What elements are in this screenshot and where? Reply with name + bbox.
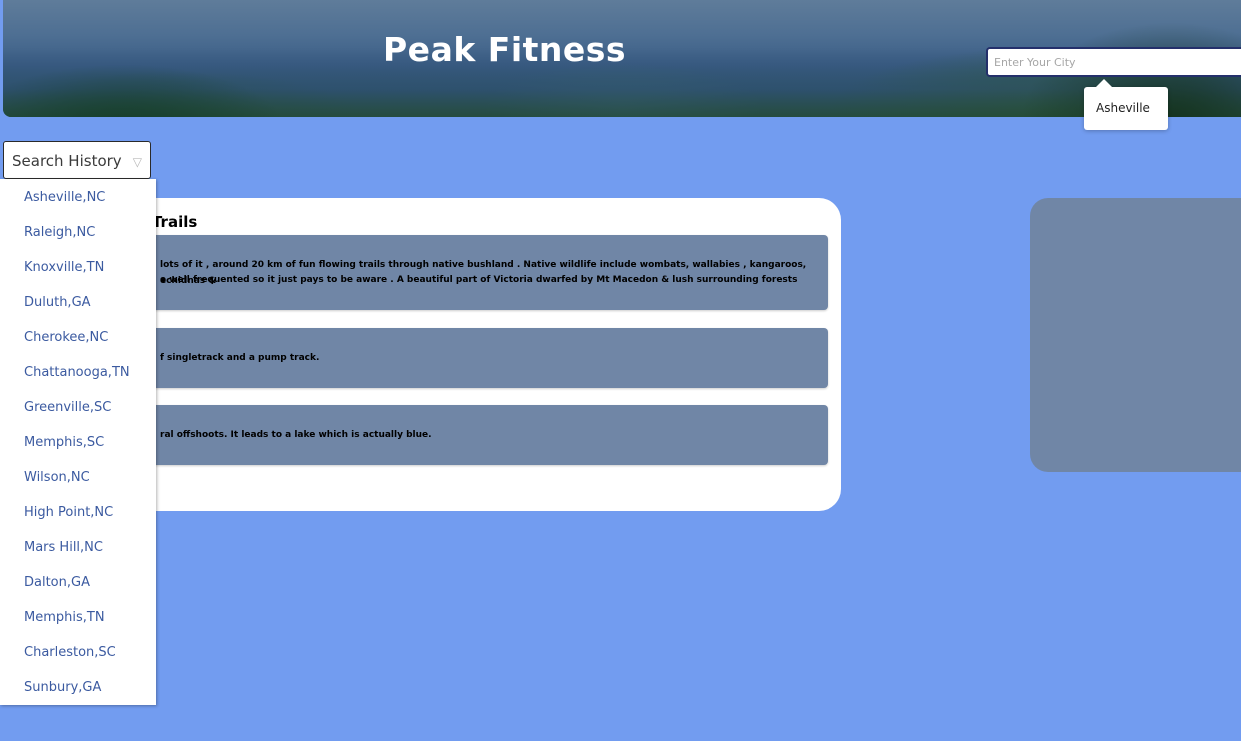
history-item[interactable]: Wilson,NC — [24, 470, 90, 485]
forest-left — [3, 22, 423, 117]
city-suggestion-item[interactable]: Asheville — [1096, 101, 1150, 115]
trail-item[interactable]: f singletrack and a pump track. — [100, 328, 828, 388]
history-item[interactable]: Dalton,GA — [24, 575, 90, 590]
search-history-label: Search History — [12, 152, 122, 170]
chevron-down-icon: ▽ — [132, 155, 142, 169]
trail-description: e well frequented so it just pays to be … — [160, 275, 798, 285]
history-item[interactable]: Duluth,GA — [24, 295, 91, 310]
trails-card: g Trails lots of it , around 20 km of fu… — [100, 198, 841, 511]
trail-item[interactable]: lots of it , around 20 km of fun flowing… — [100, 235, 828, 310]
site-title: Peak Fitness — [383, 30, 627, 69]
trail-description: f singletrack and a pump track. — [160, 353, 320, 363]
history-item[interactable]: Mars Hill,NC — [24, 540, 103, 555]
search-history-dropdown[interactable]: Search History ▽ — [3, 141, 151, 179]
trail-description: ral offshoots. It leads to a lake which … — [160, 430, 432, 440]
weather-card — [1030, 198, 1241, 472]
history-item[interactable]: Charleston,SC — [24, 645, 116, 660]
history-item[interactable]: Cherokee,NC — [24, 330, 108, 345]
history-item[interactable]: Greenville,SC — [24, 400, 111, 415]
history-item[interactable]: Raleigh,NC — [24, 225, 95, 240]
history-item[interactable]: Knoxville,TN — [24, 260, 104, 275]
trail-item[interactable]: ral offshoots. It leads to a lake which … — [100, 405, 828, 465]
city-search-input[interactable] — [986, 47, 1241, 77]
history-item[interactable]: High Point,NC — [24, 505, 113, 520]
city-suggestion-popup[interactable]: Asheville — [1084, 79, 1168, 130]
history-item[interactable]: Chattanooga,TN — [24, 365, 130, 380]
history-item[interactable]: Sunbury,GA — [24, 680, 101, 695]
search-history-menu: Asheville,NC Raleigh,NC Knoxville,TN Dul… — [0, 179, 156, 705]
history-item[interactable]: Memphis,TN — [24, 610, 105, 625]
history-item[interactable]: Asheville,NC — [24, 190, 105, 205]
history-item[interactable]: Memphis,SC — [24, 435, 104, 450]
